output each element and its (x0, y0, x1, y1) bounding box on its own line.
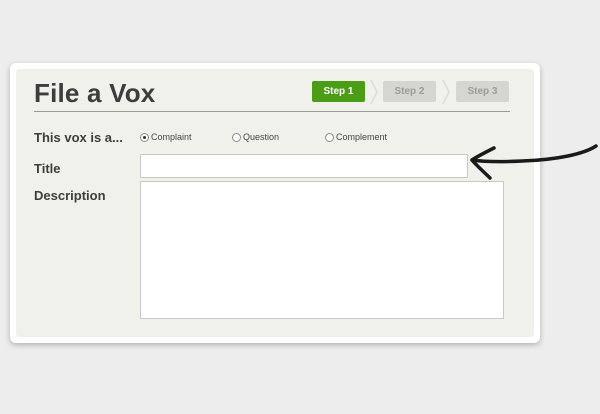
vox-type-label: This vox is a... (34, 130, 123, 145)
hand-drawn-arrow-icon (470, 144, 598, 180)
radio-selected-icon[interactable] (140, 132, 149, 142)
radio-unselected-icon[interactable] (232, 132, 241, 142)
step-1-tab[interactable]: Step 1 (312, 81, 365, 102)
page-title: File a Vox (34, 78, 156, 108)
step-2-tab[interactable]: Step 2 (383, 81, 436, 102)
radio-complement[interactable]: Complement (325, 132, 387, 142)
description-field-label: Description (34, 188, 106, 203)
chevron-right-icon (442, 79, 450, 105)
title-input[interactable] (140, 154, 468, 178)
description-textarea[interactable] (140, 181, 504, 319)
radio-question[interactable]: Question (232, 132, 279, 142)
radio-complaint-label: Complaint (151, 132, 192, 142)
file-vox-card: File a Vox Step 1 Step 2 Step 3 This vox… (10, 63, 540, 343)
radio-complaint[interactable]: Complaint (140, 132, 192, 142)
radio-complement-label: Complement (336, 132, 388, 142)
chevron-right-icon (370, 79, 378, 105)
step-3-tab[interactable]: Step 3 (456, 81, 509, 102)
form-panel: File a Vox Step 1 Step 2 Step 3 This vox… (16, 69, 534, 337)
radio-question-label: Question (243, 132, 280, 142)
title-field-label: Title (34, 161, 61, 176)
header-divider (34, 111, 510, 112)
radio-unselected-icon[interactable] (325, 132, 334, 142)
